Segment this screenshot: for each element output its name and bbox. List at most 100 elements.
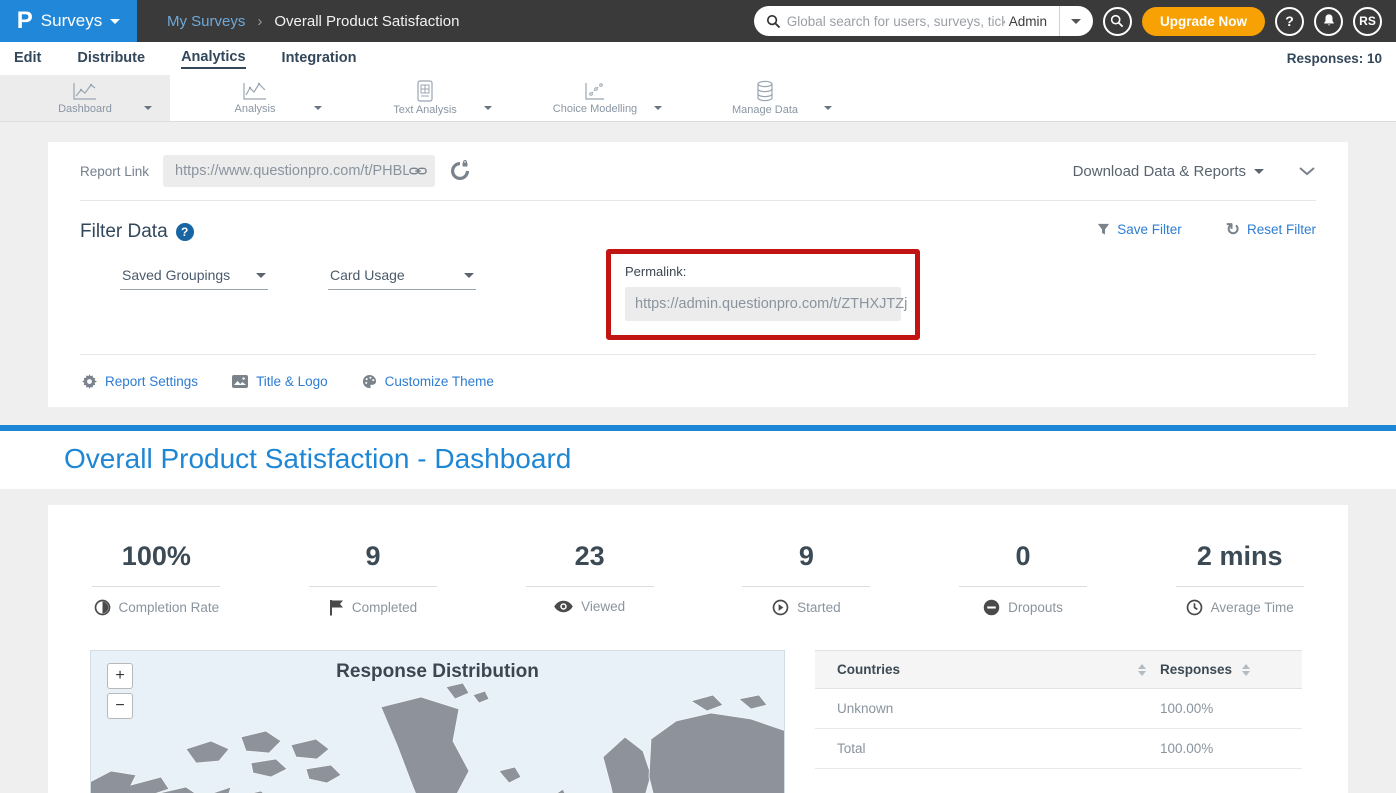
responses-cell: 100.00% <box>1160 741 1290 756</box>
nav-analytics[interactable]: Analytics <box>181 49 245 69</box>
stat-average-time: 2 mins Average Time <box>1131 541 1348 616</box>
save-filter-button[interactable]: Save Filter <box>1097 222 1182 237</box>
report-link-field[interactable]: https://www.questionpro.com/t/PHBL <box>163 155 435 187</box>
stat-dropouts: 0 Dropouts <box>915 541 1132 616</box>
stats-row: 100% Completion Rate 9 Completed 23 <box>48 541 1348 616</box>
stat-label: Started <box>797 600 841 615</box>
stat-label: Viewed <box>581 599 625 614</box>
image-icon <box>232 375 248 388</box>
secure-link-icon[interactable] <box>449 160 471 182</box>
tab-text-analysis-menu[interactable] <box>484 97 492 115</box>
dashboard-card: 100% Completion Rate 9 Completed 23 <box>48 505 1348 793</box>
card-usage-select[interactable]: Card Usage <box>328 261 476 290</box>
database-icon <box>755 80 775 102</box>
global-search[interactable]: Admin <box>754 6 1093 36</box>
reset-filter-label: Reset Filter <box>1247 222 1316 237</box>
filter-data-title: Filter Data ? <box>80 221 194 243</box>
map-title: Response Distribution <box>91 661 784 683</box>
text-analysis-icon <box>415 80 435 102</box>
collapse-panel-chevron[interactable] <box>1298 166 1316 176</box>
upgrade-now-button[interactable]: Upgrade Now <box>1142 7 1265 36</box>
sort-countries-icon[interactable] <box>1138 664 1146 676</box>
tab-choice-modelling-menu[interactable] <box>654 97 662 115</box>
country-cell: Unknown <box>837 701 1160 716</box>
breadcrumb-my-surveys[interactable]: My Surveys <box>167 13 245 30</box>
tab-manage-data[interactable]: Manage Data <box>680 75 850 121</box>
help-button[interactable]: ? <box>1275 7 1304 36</box>
stat-completed: 9 Completed <box>265 541 482 616</box>
chevron-down-icon <box>256 273 266 278</box>
saved-groupings-label: Saved Groupings <box>122 267 230 283</box>
search-button[interactable] <box>1103 7 1132 36</box>
clock-icon <box>1186 599 1203 616</box>
download-menu-label: Download Data & Reports <box>1073 163 1246 180</box>
stat-started: 9 Started <box>698 541 915 616</box>
divider <box>959 586 1087 587</box>
tab-text-analysis[interactable]: Text Analysis <box>340 75 510 121</box>
survey-nav: Edit Distribute Analytics Integration Re… <box>0 42 1396 75</box>
table-row: Unknown 100.00% <box>815 689 1302 729</box>
table-row: Total 100.00% <box>815 729 1302 769</box>
nav-edit[interactable]: Edit <box>14 50 41 68</box>
countries-column-header: Countries <box>837 662 900 677</box>
filter-help-icon[interactable]: ? <box>176 223 194 241</box>
tab-label: Manage Data <box>732 104 798 116</box>
stat-label: Average Time <box>1211 600 1294 615</box>
nav-distribute[interactable]: Distribute <box>77 50 145 68</box>
report-settings-label: Report Settings <box>105 374 198 389</box>
save-filter-label: Save Filter <box>1117 222 1182 237</box>
choice-modelling-icon <box>583 81 607 101</box>
funnel-icon <box>1097 223 1110 236</box>
report-settings-button[interactable]: Report Settings <box>82 374 198 389</box>
customize-theme-button[interactable]: Customize Theme <box>362 374 494 389</box>
tab-dashboard-menu[interactable] <box>144 97 152 115</box>
tab-label: Analysis <box>235 103 276 115</box>
eye-icon <box>554 600 573 613</box>
header-actions: Admin Upgrade Now ? RS <box>754 6 1396 36</box>
search-scope-label[interactable]: Admin <box>1005 14 1059 29</box>
download-data-reports-menu[interactable]: Download Data & Reports <box>1073 163 1264 180</box>
title-logo-button[interactable]: Title & Logo <box>232 374 328 389</box>
dashboard-title-band: Overall Product Satisfaction - Dashboard <box>0 425 1396 489</box>
divider <box>1176 586 1304 587</box>
tab-dashboard[interactable]: Dashboard <box>0 75 170 121</box>
map-zoom-in-button[interactable]: + <box>107 663 133 689</box>
report-link-row: Report Link https://www.questionpro.com/… <box>80 142 1316 200</box>
link-icon[interactable] <box>409 165 427 177</box>
title-logo-label: Title & Logo <box>256 374 328 389</box>
divider <box>309 586 437 587</box>
permalink-field[interactable]: https://admin.questionpro.com/t/ZTHXJTZj <box>625 287 901 321</box>
filter-data-label: Filter Data <box>80 221 168 243</box>
sort-responses-icon[interactable] <box>1242 664 1250 676</box>
stat-viewed: 23 Viewed <box>481 541 698 616</box>
stat-value: 0 <box>1016 541 1031 572</box>
notifications-button[interactable] <box>1314 7 1343 36</box>
countries-table: Countries Responses Unknown 100.00% Tota… <box>815 650 1302 793</box>
tab-analysis-menu[interactable] <box>314 97 322 115</box>
tab-manage-data-menu[interactable] <box>824 97 832 115</box>
permalink-url: https://admin.questionpro.com/t/ZTHXJTZj <box>635 296 907 312</box>
chevron-down-icon <box>110 19 120 24</box>
map-zoom-out-button[interactable]: − <box>107 693 133 719</box>
stat-value: 9 <box>365 541 380 572</box>
stat-label: Dropouts <box>1008 600 1063 615</box>
response-distribution-map[interactable]: Response Distribution + − <box>90 650 785 793</box>
half-circle-icon <box>94 599 111 616</box>
search-scope-dropdown[interactable] <box>1059 6 1093 36</box>
tab-choice-modelling[interactable]: Choice Modelling <box>510 75 680 121</box>
question-mark-icon: ? <box>1285 13 1294 29</box>
top-header: P Surveys My Surveys › Overall Product S… <box>0 0 1396 42</box>
search-icon <box>766 14 781 29</box>
stat-label: Completed <box>352 600 417 615</box>
avatar[interactable]: RS <box>1353 7 1382 36</box>
report-actions-row: Report Settings Title & Logo Customize T… <box>80 355 1316 407</box>
reset-icon: ↻ <box>1226 221 1240 238</box>
tab-analysis[interactable]: Analysis <box>170 75 340 121</box>
questionpro-logo-icon: P <box>17 9 33 33</box>
global-search-input[interactable] <box>787 14 1005 29</box>
palette-icon <box>362 374 377 389</box>
nav-integration[interactable]: Integration <box>282 50 357 68</box>
saved-groupings-select[interactable]: Saved Groupings <box>120 261 268 290</box>
product-menu[interactable]: P Surveys <box>0 0 137 42</box>
reset-filter-button[interactable]: ↻ Reset Filter <box>1226 221 1316 238</box>
